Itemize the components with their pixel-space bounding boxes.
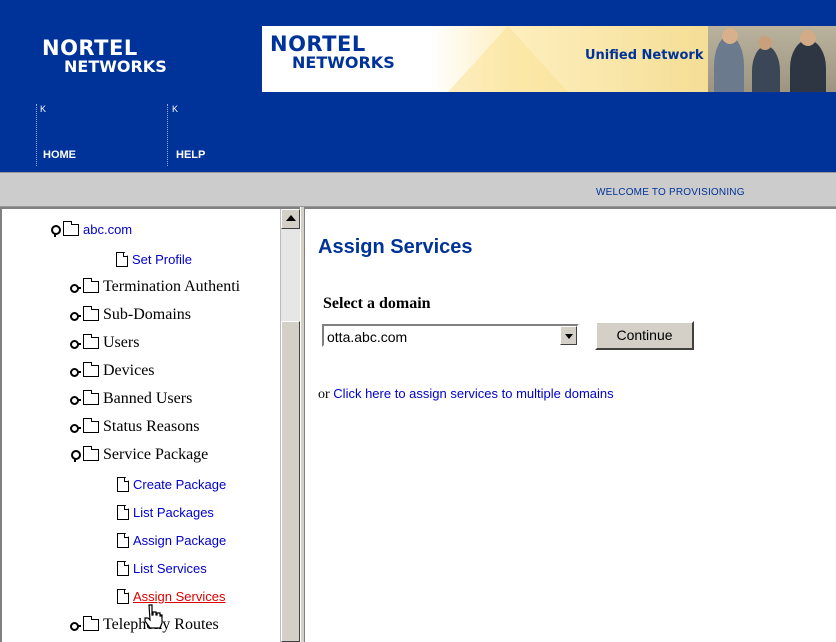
- tree-item-label[interactable]: Assign Package: [133, 533, 226, 548]
- tree-item-termination-authentication[interactable]: Termination Authenti: [70, 278, 240, 296]
- collapsed-toggle-icon[interactable]: [70, 310, 81, 321]
- tree-item-label[interactable]: Users: [103, 334, 139, 352]
- document-icon: [117, 477, 129, 492]
- tree-item-banned-users[interactable]: Banned Users: [70, 390, 192, 408]
- collapsed-toggle-icon[interactable]: [70, 338, 81, 349]
- tree-item-create-package[interactable]: Create Package: [117, 477, 226, 492]
- multi-domain-link[interactable]: Click here to assign services to multipl…: [333, 386, 613, 401]
- folder-icon: [83, 390, 99, 405]
- tree-root-label[interactable]: abc.com: [83, 222, 132, 237]
- tree-item-label[interactable]: Service Package: [103, 446, 208, 464]
- tree-item-label[interactable]: Assign Services: [133, 589, 225, 604]
- tree-item-label[interactable]: Termination Authenti: [103, 278, 240, 296]
- expanded-toggle-icon[interactable]: [50, 224, 61, 237]
- collapsed-toggle-icon[interactable]: [70, 422, 81, 433]
- banner-logo-line1: NORTEL: [270, 32, 366, 56]
- scroll-up-arrow-icon[interactable]: [281, 209, 300, 229]
- tree-item-label[interactable]: Banned Users: [103, 390, 192, 408]
- folder-icon: [83, 306, 99, 321]
- welcome-text: WELCOME TO PROVISIONING: [596, 187, 745, 198]
- folder-icon: [63, 220, 79, 236]
- tree-item-label[interactable]: Status Reasons: [103, 418, 199, 436]
- tree-item-users[interactable]: Users: [70, 334, 139, 352]
- folder-icon: [83, 616, 99, 631]
- logo-line1: NORTEL: [42, 36, 138, 60]
- document-icon: [116, 252, 128, 267]
- tree-item-assign-package[interactable]: Assign Package: [117, 533, 226, 548]
- tree-item-label[interactable]: Set Profile: [132, 252, 192, 267]
- collapsed-toggle-icon[interactable]: [70, 620, 81, 631]
- collapsed-toggle-icon[interactable]: [70, 366, 81, 377]
- nav-home-link[interactable]: HOME: [43, 149, 76, 161]
- tree-item-label[interactable]: List Packages: [133, 505, 214, 520]
- tree-item-sub-domains[interactable]: Sub-Domains: [70, 306, 191, 324]
- domain-select[interactable]: otta.abc.com: [322, 324, 579, 347]
- tree-item-assign-services[interactable]: Assign Services: [117, 589, 225, 604]
- folder-icon: [83, 418, 99, 433]
- tree-item-devices[interactable]: Devices: [70, 362, 155, 380]
- tree-scrollbar[interactable]: [280, 209, 300, 642]
- folder-icon: [83, 362, 99, 377]
- folder-icon: [83, 278, 99, 293]
- collapsed-toggle-icon[interactable]: [70, 282, 81, 293]
- document-icon: [117, 561, 129, 576]
- document-icon: [117, 589, 129, 604]
- page-title: Assign Services: [318, 236, 473, 258]
- collapsed-toggle-icon[interactable]: [70, 394, 81, 405]
- tree-item-list-services[interactable]: List Services: [117, 561, 207, 576]
- hand-cursor-icon: [144, 604, 163, 629]
- banner-logo: NORTEL NETWORKS: [270, 34, 395, 72]
- tree-item-label[interactable]: Devices: [103, 362, 155, 380]
- multi-domain-line: or Click here to assign services to mult…: [318, 386, 614, 403]
- banner-tagline: Unified Network: [585, 48, 704, 63]
- domain-select-label: Select a domain: [323, 295, 431, 312]
- content-frame: [305, 207, 836, 642]
- welcome-bar: WELCOME TO PROVISIONING: [0, 172, 836, 207]
- tree-item-label[interactable]: List Services: [133, 561, 207, 576]
- document-icon: [117, 533, 129, 548]
- tree-item-label[interactable]: Create Package: [133, 477, 226, 492]
- header-banner: NORTEL NETWORKS NORTEL NETWORKS Unified …: [0, 0, 836, 172]
- tree-item-service-package[interactable]: Service Package: [70, 446, 208, 464]
- nav-marker-icon: K: [40, 104, 47, 114]
- tree-root[interactable]: abc.com: [50, 220, 132, 237]
- or-text: or: [318, 387, 330, 402]
- promo-banner: NORTEL NETWORKS Unified Network: [262, 26, 836, 92]
- document-icon: [117, 505, 129, 520]
- folder-icon: [83, 446, 99, 461]
- continue-button[interactable]: Continue: [595, 321, 694, 350]
- nav-divider: [36, 104, 37, 166]
- dropdown-arrow-icon[interactable]: [560, 326, 577, 345]
- nav-marker-icon: K: [172, 104, 179, 114]
- banner-photo: [708, 26, 836, 92]
- logo-line2: NETWORKS: [64, 57, 167, 76]
- folder-icon: [83, 334, 99, 349]
- scroll-thumb[interactable]: [281, 321, 300, 642]
- tree-item-status-reasons[interactable]: Status Reasons: [70, 418, 199, 436]
- domain-select-value[interactable]: otta.abc.com: [327, 329, 407, 345]
- tree-item-label[interactable]: Sub-Domains: [103, 306, 191, 324]
- banner-logo-line2: NETWORKS: [292, 53, 395, 72]
- nav-help-link[interactable]: HELP: [176, 149, 205, 161]
- nortel-logo: NORTEL NETWORKS: [42, 38, 167, 76]
- expanded-toggle-icon[interactable]: [70, 450, 81, 462]
- nav-divider: [167, 104, 168, 166]
- tree-item-set-profile[interactable]: Set Profile: [116, 252, 192, 267]
- tree-item-list-packages[interactable]: List Packages: [117, 505, 214, 520]
